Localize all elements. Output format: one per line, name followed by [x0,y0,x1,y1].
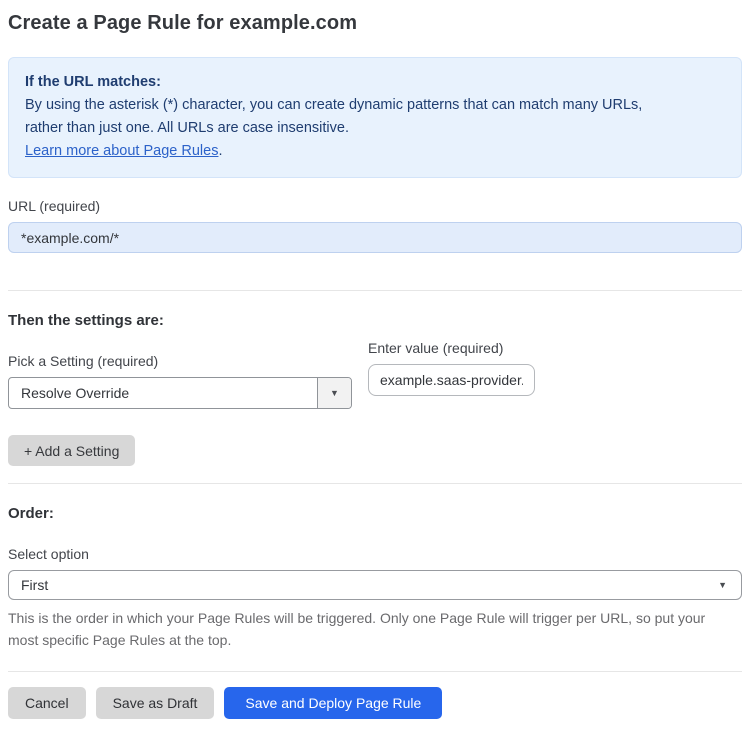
setting-select-arrow-button[interactable]: ▼ [317,378,351,408]
form-actions: Cancel Save as Draft Save and Deploy Pag… [8,687,742,731]
pick-setting-column: Pick a Setting (required) Resolve Overri… [8,333,352,409]
select-option-label: Select option [8,546,89,562]
setting-select-value: Resolve Override [21,385,130,401]
divider [8,290,742,291]
chevron-down-icon: ▼ [330,387,339,398]
save-and-deploy-button[interactable]: Save and Deploy Page Rule [224,687,443,719]
link-period: . [218,143,223,159]
divider [8,483,742,484]
chevron-down-icon: ▼ [718,579,727,590]
pick-setting-label: Pick a Setting (required) [8,353,159,369]
page-title: Create a Page Rule for example.com [8,12,358,34]
url-match-info-box: If the URL matches: By using the asteris… [8,57,742,178]
learn-more-link[interactable]: Learn more about Page Rules [25,143,218,159]
settings-heading: Then the settings are: [8,312,164,329]
cancel-button[interactable]: Cancel [8,687,86,719]
save-as-draft-button[interactable]: Save as Draft [95,687,215,719]
add-setting-button[interactable]: + Add a Setting [8,435,136,466]
setting-row: Pick a Setting (required) Resolve Overri… [8,333,742,409]
info-box-link-line: Learn more about Page Rules. [25,140,725,163]
order-select-value: First [21,577,49,593]
enter-value-column: Enter value (required) [368,340,535,396]
order-help-text: This is the order in which your Page Rul… [8,610,706,648]
enter-value-label: Enter value (required) [368,340,504,356]
url-label: URL (required) [8,198,101,214]
divider [8,671,742,672]
info-box-body: By using the asterisk (*) character, you… [25,97,643,136]
order-heading: Order: [8,505,54,522]
info-box-heading: If the URL matches: [25,74,161,90]
setting-select[interactable]: Resolve Override ▼ [8,377,352,409]
url-input[interactable] [8,222,742,253]
order-select[interactable]: First ▼ [8,570,742,600]
setting-value-input[interactable] [368,364,535,396]
